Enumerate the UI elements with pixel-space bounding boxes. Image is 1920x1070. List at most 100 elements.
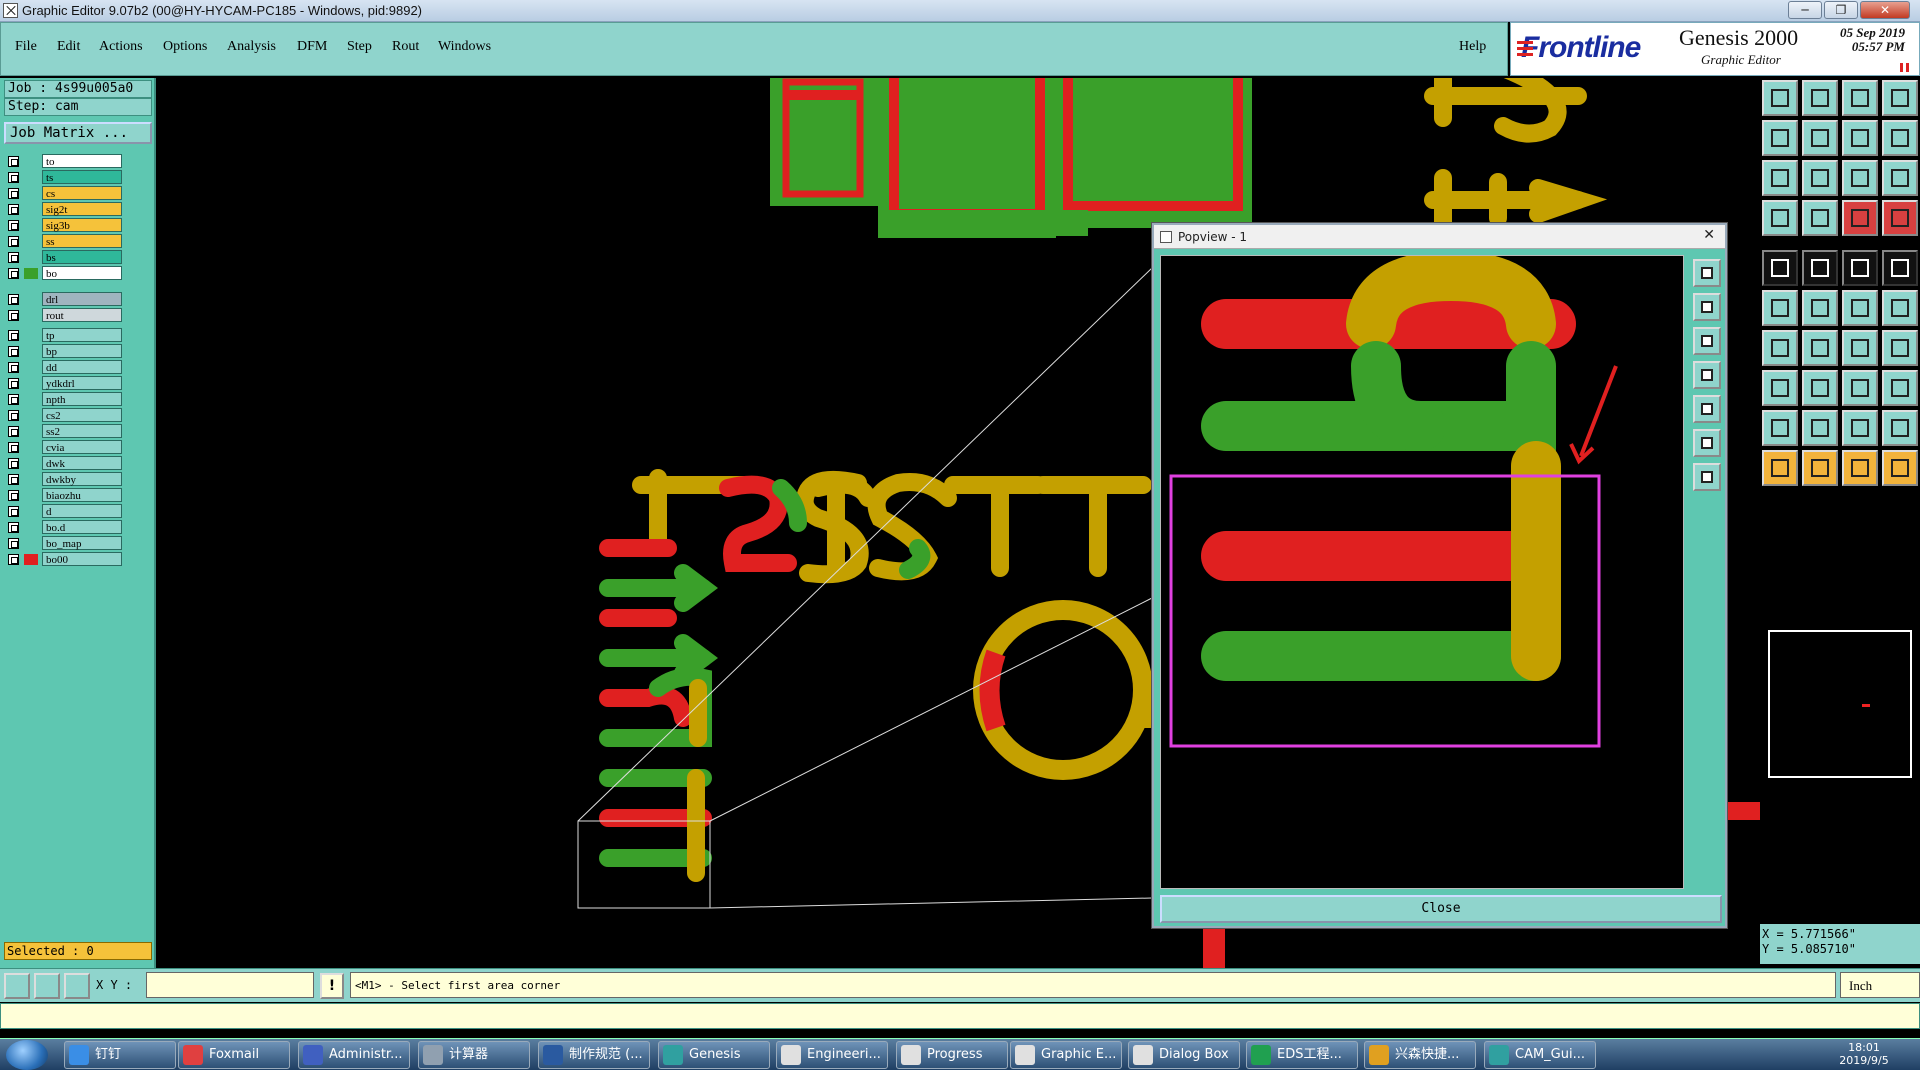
slope-tool[interactable] [1802,330,1838,366]
unit-selector[interactable]: Inch [1840,972,1920,998]
layer-row-sig3b[interactable]: sig3b [6,218,124,233]
taskbar-item[interactable]: Genesis [658,1041,770,1069]
layer-checkbox[interactable] [8,172,19,183]
layer-row-bo-map[interactable]: bo_map [6,536,124,551]
taskbar-item[interactable]: 兴森快捷... [1364,1041,1476,1069]
snap-tool[interactable] [1882,450,1918,486]
layer-row-bs[interactable]: bs [6,250,124,265]
film-tool[interactable] [1762,200,1798,236]
start-button[interactable] [6,1040,48,1070]
layer-checkbox[interactable] [8,474,19,485]
taskbar-item[interactable]: 计算器 [418,1041,530,1069]
cross-tool[interactable] [1802,290,1838,326]
pause-icon[interactable] [1900,63,1909,72]
layer-checkbox[interactable] [8,156,19,167]
layer-row-bp[interactable]: bp [6,344,124,359]
close-button[interactable]: ✕ [1860,1,1910,19]
help-tool[interactable] [1882,160,1918,196]
layout-tool[interactable] [1882,80,1918,116]
layer-checkbox[interactable] [8,442,19,453]
menu-step[interactable]: Step [347,39,372,55]
select-tool[interactable] [1802,450,1838,486]
taskbar-item[interactable]: Dialog Box [1128,1041,1240,1069]
grid-tool[interactable] [1802,200,1838,236]
taskbar-item[interactable]: 钉钉 [64,1041,176,1069]
layer-row-tp[interactable]: tp [6,328,124,343]
arc-tool[interactable] [1842,330,1878,366]
taskbar-item[interactable]: Graphic E... [1010,1041,1122,1069]
scroll-tool[interactable] [1882,120,1918,156]
minus-tool[interactable] [1802,370,1838,406]
popview-tool-6[interactable] [1693,429,1721,457]
move-tool[interactable] [1882,290,1918,326]
connect-tool[interactable] [1762,290,1798,326]
layer-checkbox[interactable] [8,236,19,247]
layer-row-ydkdrl[interactable]: ydkdrl [6,376,124,391]
layer-row-dwkby[interactable]: dwkby [6,472,124,487]
flip-tool[interactable] [1842,120,1878,156]
layer-row-dwk[interactable]: dwk [6,456,124,471]
taskbar-item[interactable]: Engineeri... [776,1041,888,1069]
measure-tool[interactable] [1842,370,1878,406]
pan-right-tool[interactable] [1802,120,1838,156]
grid-mode-button[interactable] [64,973,90,999]
layer-row-drl[interactable]: drl [6,292,124,307]
select-region-tool[interactable] [1802,250,1838,286]
layer-checkbox[interactable] [8,268,19,279]
layer-checkbox[interactable] [8,252,19,263]
layer-row-dd[interactable]: dd [6,360,124,375]
layer-row-cvia[interactable]: cvia [6,440,124,455]
layer-checkbox[interactable] [8,490,19,501]
angle-tool[interactable] [1762,330,1798,366]
layer-checkbox[interactable] [8,458,19,469]
layer-checkbox[interactable] [8,362,19,373]
triangle-tool[interactable] [1762,410,1798,446]
layer-checkbox[interactable] [8,394,19,405]
snapshot-tool[interactable] [1802,80,1838,116]
fit-tool[interactable] [1762,160,1798,196]
split-tool[interactable] [1882,330,1918,366]
layer-checkbox[interactable] [8,506,19,517]
clock[interactable]: 18:01 2019/9/5 [1814,1041,1914,1069]
frame-tool[interactable] [1762,370,1798,406]
layer-checkbox[interactable] [8,188,19,199]
popview-tool-5[interactable] [1693,395,1721,423]
check-tool[interactable] [1882,370,1918,406]
layer-checkbox[interactable] [8,204,19,215]
layer-row-bo-d[interactable]: bo.d [6,520,124,535]
menu-windows[interactable]: Windows [438,39,491,55]
layer-checkbox[interactable] [8,426,19,437]
menu-file[interactable]: File [15,39,37,55]
pan-left-tool[interactable] [1762,120,1798,156]
menu-help[interactable]: Help [1459,39,1486,55]
layer-checkbox[interactable] [8,522,19,533]
layer-checkbox[interactable] [8,378,19,389]
stack-tool[interactable] [1882,200,1918,236]
layer-checkbox[interactable] [8,410,19,421]
layer-row-to[interactable]: to [6,154,124,169]
menu-analysis[interactable]: Analysis [227,39,276,55]
measure-mode-button[interactable] [34,973,60,999]
layer-checkbox[interactable] [8,554,19,565]
popview-tool-4[interactable] [1693,361,1721,389]
layer-row-sig2t[interactable]: sig2t [6,202,124,217]
taskbar-item[interactable]: CAM_Gui... [1484,1041,1596,1069]
layer-checkbox[interactable] [8,346,19,357]
menu-rout[interactable]: Rout [392,39,419,55]
layer-tool[interactable] [1842,200,1878,236]
taskbar-item[interactable]: EDS工程... [1246,1041,1358,1069]
overview-map[interactable] [1768,630,1912,778]
camera-tool[interactable] [1762,250,1798,286]
layer-checkbox[interactable] [8,310,19,321]
popview-canvas[interactable] [1160,255,1684,889]
info-button[interactable]: ! [320,973,344,999]
letter-a-tool[interactable] [1802,410,1838,446]
center-tool[interactable] [1802,160,1838,196]
taskbar-item[interactable]: Foxmail [178,1041,290,1069]
layer-row-ts[interactable]: ts [6,170,124,185]
pad-tool[interactable] [1882,250,1918,286]
menu-options[interactable]: Options [163,39,207,55]
layer-checkbox[interactable] [8,330,19,341]
layer-row-bo00[interactable]: bo00 [6,552,124,567]
layer-row-rout[interactable]: rout [6,308,124,323]
